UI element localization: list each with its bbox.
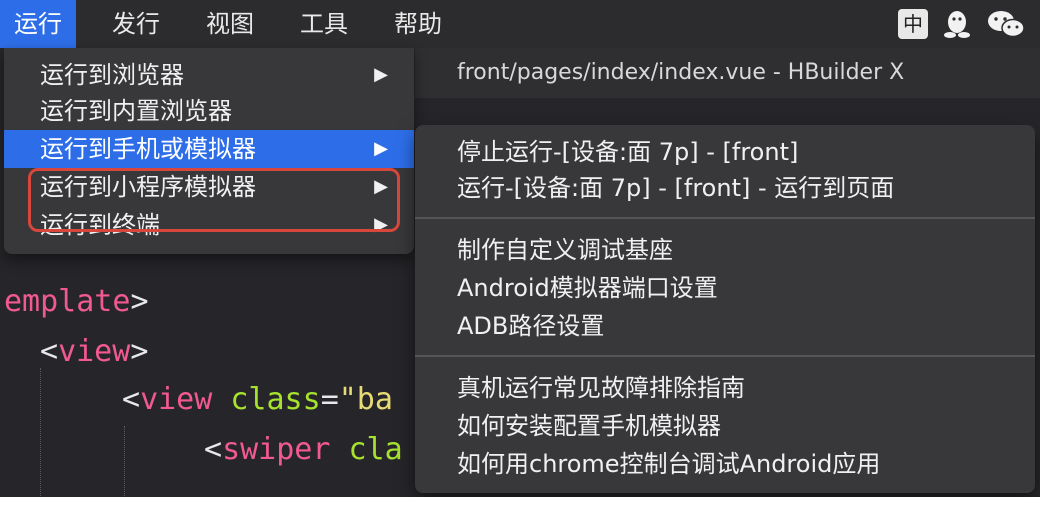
code-line-3: <view class="ba xyxy=(122,382,393,417)
menu-item-label: 运行到手机或模拟器 xyxy=(40,135,256,163)
annotation-highlight-box xyxy=(28,168,400,232)
submenu-item-chrome-debug[interactable]: 如何用chrome控制台调试Android应用 xyxy=(457,445,880,483)
status-icons: 中 xyxy=(898,0,1026,48)
submenu-item-adb-path[interactable]: ADB路径设置 xyxy=(457,307,604,345)
submenu-item-install-emulator[interactable]: 如何安装配置手机模拟器 xyxy=(457,407,721,445)
submenu-item-custom-debug-base[interactable]: 制作自定义调试基座 xyxy=(457,231,673,269)
code-line-4: <swiper cla xyxy=(204,432,403,467)
menu-item-label: 运行到内置浏览器 xyxy=(40,97,232,125)
code-line-1: emplate> xyxy=(4,284,149,319)
code-attr: class xyxy=(230,382,321,417)
menu-separator xyxy=(415,355,1035,357)
qq-icon[interactable] xyxy=(944,9,970,39)
device-run-submenu: 停止运行-[设备:面 7p] - [front] 运行-[设备:面 7p] - … xyxy=(415,125,1035,493)
menu-item-run-browser[interactable]: 运行到浏览器 ▶ xyxy=(4,56,414,94)
menu-publish[interactable]: 发行 xyxy=(98,0,174,48)
code-attr: cla xyxy=(348,432,403,467)
indent-guide xyxy=(40,368,41,498)
submenu-arrow-icon: ▶ xyxy=(374,64,388,85)
input-method-indicator[interactable]: 中 xyxy=(898,9,928,39)
menu-item-run-device-emulator[interactable]: 运行到手机或模拟器 ▶ xyxy=(4,130,414,168)
submenu-item-stop-run[interactable]: 停止运行-[设备:面 7p] - [front] xyxy=(457,133,798,171)
code-tag: swiper xyxy=(222,432,331,467)
menu-tools[interactable]: 工具 xyxy=(286,0,362,48)
screen: emplate> <view> <view class="ba <swiper … xyxy=(0,0,1040,506)
submenu-arrow-icon: ▶ xyxy=(374,138,388,159)
menubar: 运行 发行 视图 工具 帮助 中 xyxy=(0,0,1040,48)
code-tag: view xyxy=(58,334,131,369)
wechat-icon[interactable] xyxy=(986,9,1026,39)
bottom-margin xyxy=(0,497,1040,506)
menu-separator xyxy=(415,217,1035,219)
submenu-item-troubleshooting-guide[interactable]: 真机运行常见故障排除指南 xyxy=(457,369,745,407)
submenu-item-run-to-page[interactable]: 运行-[设备:面 7p] - [front] - 运行到页面 xyxy=(457,169,894,207)
submenu-item-android-emulator-port[interactable]: Android模拟器端口设置 xyxy=(457,269,718,307)
code-line-2: <view> xyxy=(40,334,149,369)
code-tag: emplate xyxy=(4,284,131,319)
menu-view[interactable]: 视图 xyxy=(192,0,268,48)
menu-help[interactable]: 帮助 xyxy=(380,0,456,48)
run-menu-dropdown: 运行到浏览器 ▶ 运行到内置浏览器 运行到手机或模拟器 ▶ 运行到小程序模拟器 … xyxy=(4,48,414,254)
code-string: "ba xyxy=(338,382,393,417)
indent-guide xyxy=(124,426,125,498)
menu-item-run-builtin-browser[interactable]: 运行到内置浏览器 xyxy=(4,92,414,130)
code-tag: view xyxy=(140,382,213,417)
window-title: front/pages/index/index.vue - HBuilder X xyxy=(415,48,1040,98)
menu-run[interactable]: 运行 xyxy=(0,0,76,48)
menu-item-label: 运行到浏览器 xyxy=(40,61,184,89)
